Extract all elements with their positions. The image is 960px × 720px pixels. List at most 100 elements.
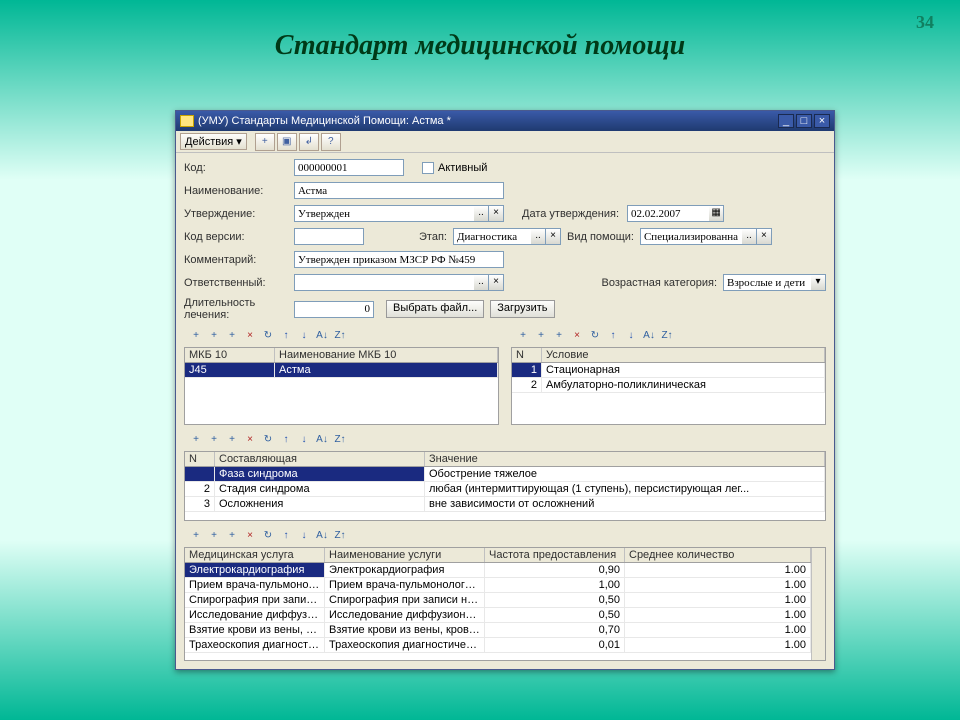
panel-toolbar-icon[interactable]: × (569, 329, 585, 345)
col-mkb-name[interactable]: Наименование МКБ 10 (275, 348, 498, 362)
panel-toolbar-icon[interactable]: ↑ (278, 529, 294, 545)
panel-toolbar-icon[interactable]: ↑ (278, 329, 294, 345)
minimize-button[interactable]: _ (778, 114, 794, 128)
col-condition[interactable]: Условие (542, 348, 825, 362)
table-row[interactable]: Фаза синдромаОбострение тяжелое (185, 467, 825, 482)
toolbar-add-icon[interactable]: + (255, 133, 275, 151)
col-avg-qty[interactable]: Среднее количество (625, 548, 811, 562)
lookup-btn[interactable]: .. (531, 228, 546, 245)
clear-btn[interactable]: × (489, 205, 504, 222)
panel-toolbar-icon[interactable]: Z↑ (332, 329, 348, 345)
titlebar[interactable]: (УМУ) Стандарты Медицинской Помощи: Астм… (176, 111, 834, 131)
panel-toolbar-icon[interactable]: ↻ (260, 529, 276, 545)
panel-toolbar-icon[interactable]: ↓ (623, 329, 639, 345)
table-row[interactable]: Спирография при записи на авт...Спирогра… (185, 593, 811, 608)
dropdown-icon[interactable]: ▾ (811, 274, 826, 291)
load-button[interactable]: Загрузить (490, 300, 554, 318)
stage-input[interactable] (453, 228, 531, 245)
panel-toolbar-icon[interactable]: ↑ (278, 433, 294, 449)
name-input[interactable] (294, 182, 504, 199)
age-cat-input[interactable] (723, 274, 811, 291)
table-row[interactable]: Исследование диффузионной с...Исследован… (185, 608, 811, 623)
toolbar-action-icon[interactable]: ↲ (299, 133, 319, 151)
panel-toolbar-icon[interactable]: ↻ (587, 329, 603, 345)
panel-toolbar-icon[interactable]: Z↑ (332, 433, 348, 449)
table-row[interactable]: 1Стационарная (512, 363, 825, 378)
col-n[interactable]: N (185, 452, 215, 466)
panel-toolbar-icon[interactable]: + (515, 329, 531, 345)
table-row[interactable]: 2Амбулаторно-поликлиническая (512, 378, 825, 393)
panel-toolbar-icon[interactable]: + (551, 329, 567, 345)
lookup-btn[interactable]: .. (474, 205, 489, 222)
panel-toolbar-icon[interactable]: A↓ (314, 433, 330, 449)
date-input[interactable] (627, 205, 709, 222)
panel-toolbar-icon[interactable]: + (188, 529, 204, 545)
table-row[interactable]: Взятие крови из вены, кровопу...Взятие к… (185, 623, 811, 638)
col-mkb10[interactable]: МКБ 10 (185, 348, 275, 362)
care-kind-input[interactable] (640, 228, 742, 245)
panel-toolbar-icon[interactable]: + (224, 433, 240, 449)
panel-toolbar-icon[interactable]: + (224, 529, 240, 545)
panel-toolbar-icon[interactable]: + (188, 329, 204, 345)
panel-toolbar-icon[interactable]: × (242, 529, 258, 545)
col-component[interactable]: Составляющая (215, 452, 425, 466)
panel-toolbar-icon[interactable]: + (206, 329, 222, 345)
active-checkbox[interactable] (422, 162, 434, 174)
table-row[interactable]: Трахеоскопия диагностическаяТрахеоскопия… (185, 638, 811, 653)
lookup-btn[interactable]: .. (474, 274, 489, 291)
mkb-grid[interactable]: МКБ 10 Наименование МКБ 10 J45Астма (184, 347, 499, 425)
panel-toolbar-icon[interactable]: A↓ (314, 329, 330, 345)
panel-toolbar-icon[interactable]: A↓ (314, 529, 330, 545)
components-grid[interactable]: N Составляющая Значение Фаза синдромаОбо… (184, 451, 826, 521)
close-button[interactable]: × (814, 114, 830, 128)
panel-toolbar-icon[interactable]: + (188, 433, 204, 449)
panel-toolbar-icon[interactable]: Z↑ (332, 529, 348, 545)
maximize-button[interactable]: □ (796, 114, 812, 128)
panel-toolbar-icon[interactable]: ↑ (605, 329, 621, 345)
panel-toolbar-icon[interactable]: + (224, 329, 240, 345)
scrollbar[interactable] (811, 548, 825, 660)
responsible-input[interactable] (294, 274, 474, 291)
toolbar-view-icon[interactable]: ▣ (277, 133, 297, 151)
clear-btn[interactable]: × (489, 274, 504, 291)
col-value[interactable]: Значение (425, 452, 825, 466)
col-service[interactable]: Медицинская услуга (185, 548, 325, 562)
active-label: Активный (438, 162, 487, 174)
calendar-icon[interactable]: ▦ (709, 205, 724, 222)
approved-input[interactable] (294, 205, 474, 222)
form-area: Код: Активный Наименование: Утверждение:… (176, 153, 834, 327)
col-n[interactable]: N (512, 348, 542, 362)
panel-toolbar-icon[interactable]: ↻ (260, 433, 276, 449)
panel-toolbar-icon[interactable]: × (242, 329, 258, 345)
table-row[interactable]: 3Осложнениявне зависимости от осложнений (185, 497, 825, 512)
conditions-grid[interactable]: N Условие 1Стационарная2Амбулаторно-поли… (511, 347, 826, 425)
panel-toolbar-icon[interactable]: Z↑ (659, 329, 675, 345)
comment-input[interactable] (294, 251, 504, 268)
lookup-btn[interactable]: .. (742, 228, 757, 245)
toolbar-help-icon[interactable]: ? (321, 133, 341, 151)
table-row[interactable]: J45Астма (185, 363, 498, 378)
panel-toolbar-icon[interactable]: + (533, 329, 549, 345)
panel-toolbar-icon[interactable]: × (242, 433, 258, 449)
panel-toolbar-icon[interactable]: A↓ (641, 329, 657, 345)
duration-input[interactable] (294, 301, 374, 318)
panel-toolbar-icon[interactable]: ↓ (296, 329, 312, 345)
services-grid[interactable]: Медицинская услуга Наименование услуги Ч… (184, 547, 826, 661)
clear-btn[interactable]: × (546, 228, 561, 245)
table-row[interactable]: ЭлектрокардиографияЭлектрокардиография0,… (185, 563, 811, 578)
actions-menu[interactable]: Действия ▾ (180, 133, 247, 150)
table-row[interactable]: 2Стадия синдромалюбая (интермиттирующая … (185, 482, 825, 497)
panel-toolbar-icon[interactable]: + (206, 529, 222, 545)
panel-toolbar-icon[interactable]: ↓ (296, 529, 312, 545)
col-frequency[interactable]: Частота предоставления (485, 548, 625, 562)
stage-label: Этап: (419, 231, 453, 243)
code-input[interactable] (294, 159, 404, 176)
panel-toolbar-icon[interactable]: + (206, 433, 222, 449)
table-row[interactable]: Прием врача-пульмонолога п...Прием врача… (185, 578, 811, 593)
version-input[interactable] (294, 228, 364, 245)
clear-btn[interactable]: × (757, 228, 772, 245)
select-file-button[interactable]: Выбрать файл... (386, 300, 484, 318)
panel-toolbar-icon[interactable]: ↻ (260, 329, 276, 345)
col-service-name[interactable]: Наименование услуги (325, 548, 485, 562)
panel-toolbar-icon[interactable]: ↓ (296, 433, 312, 449)
